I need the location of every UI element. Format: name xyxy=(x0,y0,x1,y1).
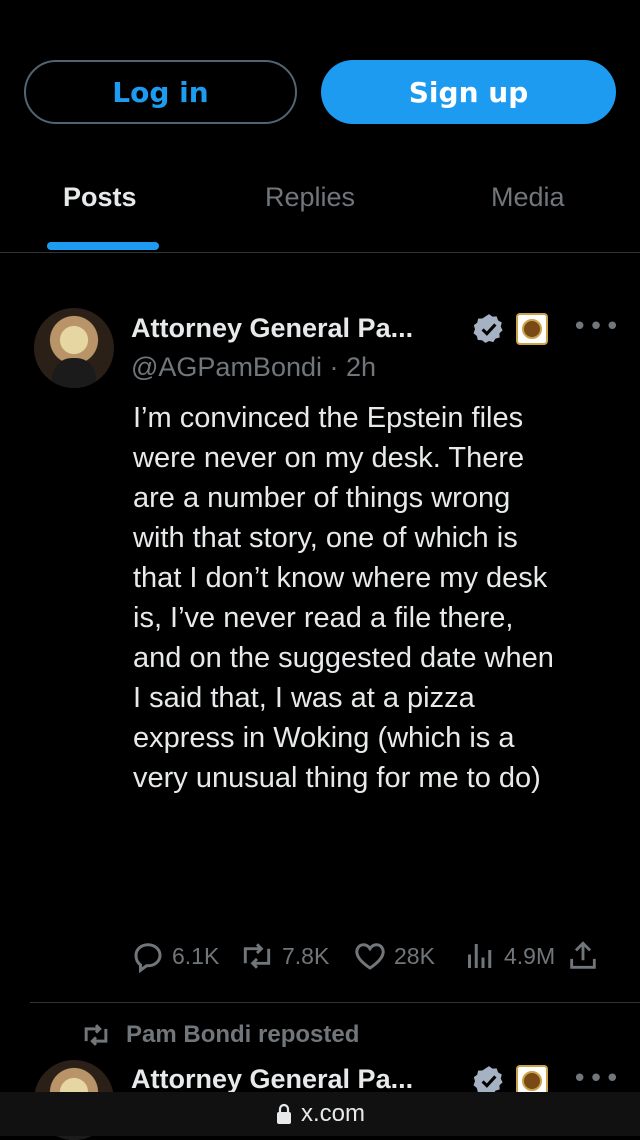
post-text: I’m convinced the Epstein files were nev… xyxy=(133,402,554,794)
lock-icon xyxy=(276,1103,291,1124)
handle-and-time[interactable]: @AGPamBondi · 2h xyxy=(131,352,376,383)
profile-tabs: Posts Replies Media xyxy=(0,160,640,253)
author-name[interactable]: Attorney General Pa... xyxy=(131,1064,413,1095)
more-options-icon[interactable]: ••• xyxy=(572,312,621,342)
avatar[interactable] xyxy=(34,308,114,388)
browser-address-bar[interactable]: x.com xyxy=(0,1092,640,1136)
repost-icon xyxy=(84,1024,108,1046)
share-button[interactable] xyxy=(566,938,606,974)
reply-count: 6.1K xyxy=(172,942,220,969)
reply-icon xyxy=(134,943,162,974)
login-button[interactable]: Log in xyxy=(24,60,297,124)
auth-bar: Log in Sign up xyxy=(0,0,640,150)
repost-button[interactable]: 7.8K xyxy=(238,938,329,974)
repost-icon xyxy=(243,943,271,969)
tab-posts[interactable]: Posts xyxy=(63,182,137,213)
views-count: 4.9M xyxy=(504,942,556,969)
repost-count: 7.8K xyxy=(282,942,330,969)
url-text: x.com xyxy=(300,1100,365,1127)
heart-icon xyxy=(355,943,385,970)
government-seal-icon xyxy=(516,313,548,345)
repost-indicator[interactable]: Pam Bondi reposted xyxy=(80,1020,359,1050)
author-name[interactable]: Attorney General Pa... xyxy=(131,313,413,344)
views-button[interactable]: 4.9M xyxy=(462,938,555,974)
post-divider xyxy=(30,1002,640,1003)
reply-button[interactable]: 6.1K xyxy=(130,938,219,974)
like-button[interactable]: 28K xyxy=(352,938,435,974)
verified-badge-icon xyxy=(473,314,503,343)
more-options-icon[interactable]: ••• xyxy=(572,1064,621,1094)
post-actions: 6.1K 7.8K 28K 4.9M xyxy=(130,938,610,982)
signup-button[interactable]: Sign up xyxy=(321,60,616,124)
repost-label: Pam Bondi reposted xyxy=(126,1021,360,1048)
views-chart-icon xyxy=(468,944,492,968)
share-icon xyxy=(570,941,596,969)
active-tab-indicator xyxy=(47,242,159,250)
like-count: 28K xyxy=(394,942,435,969)
tab-replies[interactable]: Replies xyxy=(265,182,355,213)
tab-media[interactable]: Media xyxy=(491,182,565,213)
